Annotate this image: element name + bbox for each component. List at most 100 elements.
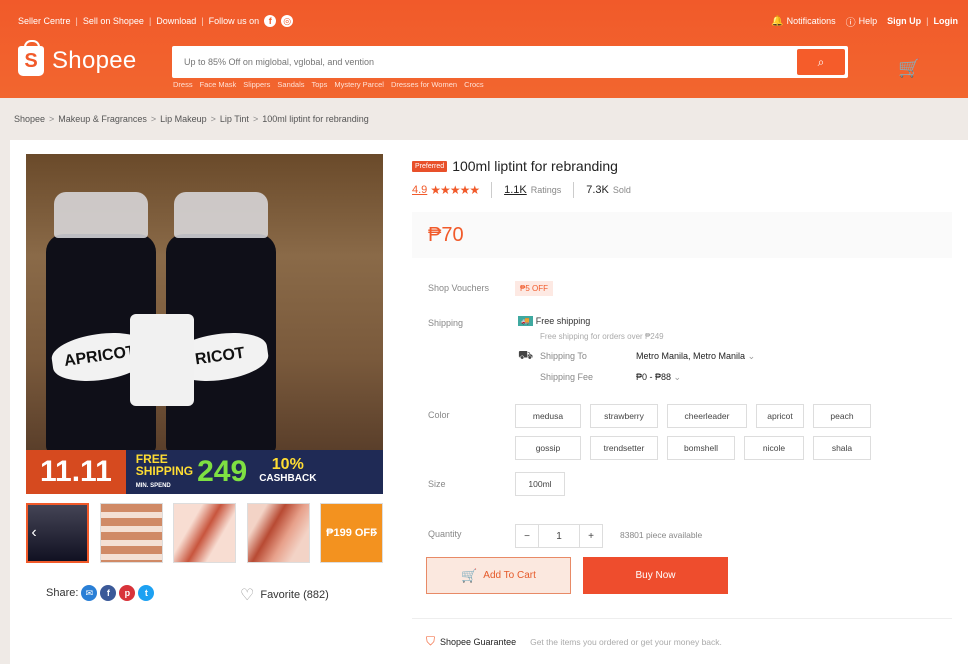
chevron-down-icon: ⌄: [747, 351, 756, 361]
add-to-cart-button[interactable]: 🛒 Add To Cart: [426, 557, 571, 594]
quantity-stepper: − 1 +: [515, 524, 603, 548]
quantity-decrease-button[interactable]: −: [515, 524, 539, 548]
search-icon: ⌕: [817, 54, 825, 69]
product-main-image[interactable]: APRICOT RICOT 11.11 FREE SHIPPING MIN. SPE…: [26, 154, 383, 494]
fee-dropdown[interactable]: ₱0 - ₱88 ⌄: [636, 372, 681, 383]
sell-on-shopee-link[interactable]: Sell on Shopee: [83, 16, 144, 26]
color-option-nicole[interactable]: nicole: [744, 436, 804, 460]
free-shipping-icon: 🚚: [518, 316, 533, 326]
help-link[interactable]: Help: [859, 16, 878, 26]
suggestion-link[interactable]: Dresses for Women: [391, 80, 457, 89]
twitter-icon[interactable]: t: [138, 585, 155, 601]
ship-to-label: Shipping To: [540, 351, 587, 361]
search-bar: ⌕: [172, 46, 848, 78]
color-label: Color: [428, 410, 450, 420]
chevron-left-icon[interactable]: ‹: [28, 520, 40, 546]
topbar: Seller Centre | Sell on Shopee | Downloa…: [18, 15, 959, 29]
free-shipping-subtext: Free shipping for orders over ₱249: [540, 332, 664, 341]
rating-row: 4.9 ★★★★★ 1.1K Ratings 7.3K Sold: [412, 182, 631, 198]
suggestion-link[interactable]: Dress: [173, 80, 193, 89]
logo-text: Shopee: [52, 47, 137, 74]
header: Seller Centre | Sell on Shopee | Downloa…: [0, 0, 968, 98]
login-link[interactable]: Login: [934, 16, 959, 26]
guarantee-title: Shopee Guarantee: [440, 636, 517, 647]
product-title: 100ml liptint for rebranding: [452, 158, 618, 174]
signup-link[interactable]: Sign Up: [887, 16, 921, 26]
share-label: Share:: [46, 587, 79, 599]
quantity-input[interactable]: 1: [539, 524, 579, 548]
search-input[interactable]: [172, 46, 797, 78]
thumbnail-strip: ₱199 OFF: [26, 503, 383, 563]
breadcrumb-link[interactable]: Makeup & Fragrances: [58, 114, 147, 124]
cart-icon[interactable]: 🛒: [898, 58, 920, 79]
promo-free-shipping: FREE SHIPPING MIN. SPEND: [135, 451, 194, 489]
ratings-count[interactable]: 1.1K: [504, 184, 527, 196]
sold-count: 7.3K: [586, 184, 609, 196]
vouchers-label: Shop Vouchers: [428, 283, 490, 293]
color-option-strawberry[interactable]: strawberry: [590, 404, 658, 428]
suggestion-link[interactable]: Face Mask: [200, 80, 237, 89]
follow-us-label: Follow us on: [208, 16, 260, 26]
free-shipping-text: Free shipping: [535, 316, 591, 326]
promo-amount: 249: [197, 455, 248, 488]
breadcrumb-link[interactable]: Shopee: [14, 114, 45, 124]
bell-icon: 🔔: [771, 15, 784, 27]
breadcrumb-current: 100ml liptint for rebranding: [262, 114, 369, 124]
shopee-logo[interactable]: S Shopee: [18, 40, 137, 76]
quantity-label: Quantity: [428, 529, 462, 539]
add-to-cart-label: Add To Cart: [483, 570, 536, 581]
breadcrumb-link[interactable]: Lip Tint: [220, 114, 249, 124]
suggestion-link[interactable]: Sandals: [277, 80, 304, 89]
suggestion-link[interactable]: Slippers: [243, 80, 270, 89]
product-price: ₱70: [428, 224, 464, 246]
thumbnail[interactable]: [99, 503, 163, 563]
guarantee-description: Get the items you ordered or get your mo…: [530, 636, 722, 647]
breadcrumb-link[interactable]: Lip Makeup: [160, 114, 207, 124]
color-option-bomshell[interactable]: bomshell: [667, 436, 735, 460]
notifications-link[interactable]: Notifications: [787, 16, 836, 26]
color-option-shala[interactable]: shala: [813, 436, 871, 460]
favorite-button[interactable]: ♡ Favorite (882): [240, 585, 329, 605]
suggestion-link[interactable]: Crocs: [464, 80, 484, 89]
ratings-label: Ratings: [530, 185, 562, 195]
color-option-gossip[interactable]: gossip: [515, 436, 581, 460]
shopping-bag-icon: S: [18, 40, 44, 76]
suggestion-link[interactable]: Tops: [312, 80, 328, 89]
ship-to-dropdown[interactable]: Metro Manila, Metro Manila ⌄: [636, 351, 755, 362]
color-option-peach[interactable]: peach: [813, 404, 871, 428]
download-link[interactable]: Download: [156, 16, 196, 26]
shopee-guarantee: ⛉ Shopee Guarantee Get the items you ord…: [426, 634, 722, 649]
suggestion-link[interactable]: Mystery Parcel: [334, 80, 384, 89]
quantity-increase-button[interactable]: +: [579, 524, 603, 548]
seller-centre-link[interactable]: Seller Centre: [18, 16, 71, 26]
chevron-down-icon: ⌄: [673, 372, 682, 382]
color-option-apricot[interactable]: apricot: [756, 404, 804, 428]
white-cap-image: [130, 314, 194, 406]
color-option-medusa[interactable]: medusa: [515, 404, 581, 428]
free-shipping-row: 🚚 Free shipping: [518, 316, 590, 326]
color-option-cheerleader[interactable]: cheerleader: [667, 404, 747, 428]
search-button[interactable]: ⌕: [797, 49, 845, 75]
voucher-badge[interactable]: ₱5 OFF: [515, 281, 554, 296]
search-suggestions: Dress Face Mask Slippers Sandals Tops My…: [173, 80, 491, 89]
thumbnail[interactable]: [246, 503, 310, 563]
size-label: Size: [428, 479, 446, 489]
instagram-icon[interactable]: ◎: [281, 15, 294, 27]
rating-value[interactable]: 4.9: [412, 184, 427, 196]
pinterest-icon[interactable]: p: [119, 585, 136, 601]
facebook-icon[interactable]: f: [264, 15, 277, 27]
buy-now-button[interactable]: Buy Now: [583, 557, 728, 594]
divider: [412, 618, 952, 619]
truck-icon: ⛟: [518, 348, 534, 362]
promo-sale: 11.11: [26, 450, 126, 494]
star-rating-icon: ★★★★★: [430, 183, 480, 197]
messenger-icon[interactable]: ✉: [81, 585, 98, 601]
facebook-icon[interactable]: f: [100, 585, 117, 601]
chevron-right-icon[interactable]: ›: [369, 520, 381, 546]
color-option-trendsetter[interactable]: trendsetter: [590, 436, 658, 460]
stock-available: 83801 piece available: [620, 530, 703, 540]
thumbnail[interactable]: [173, 503, 236, 563]
size-option[interactable]: 100ml: [515, 472, 565, 496]
promo-cashback: 10% CASHBACK: [259, 456, 317, 485]
fee-label: Shipping Fee: [540, 372, 594, 382]
